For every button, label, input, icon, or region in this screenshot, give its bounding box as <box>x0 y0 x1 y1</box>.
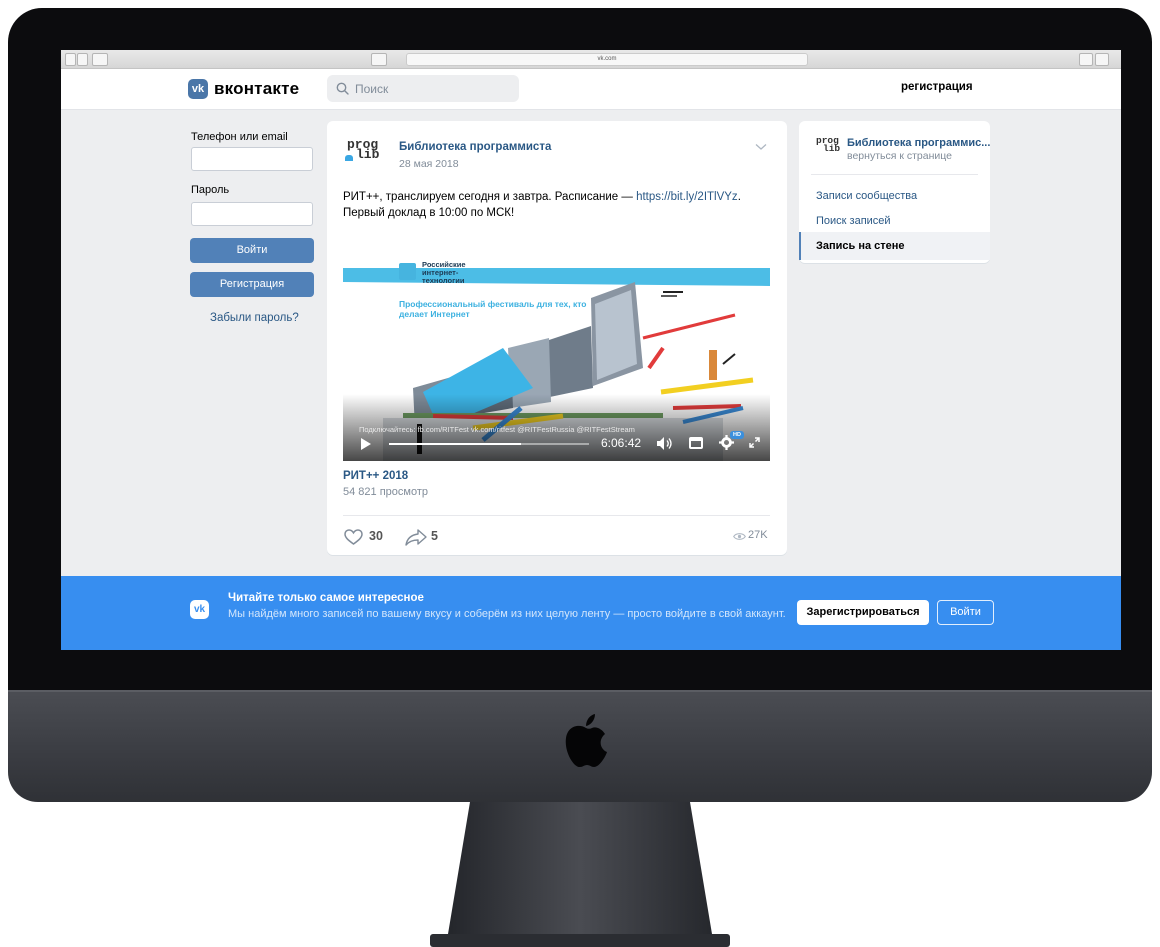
privacy-button[interactable] <box>371 53 387 66</box>
login-button[interactable]: Войти <box>190 238 314 263</box>
chevron-down-icon[interactable] <box>755 143 767 151</box>
share-count[interactable]: 5 <box>431 529 438 543</box>
post-card: prog lib Библиотека программиста 28 мая … <box>327 121 787 555</box>
share-toolbar-button[interactable] <box>1079 53 1093 66</box>
phone-field[interactable] <box>191 147 313 171</box>
post-text-start: РИТ++, транслируем сегодня и завтра. Рас… <box>343 191 637 203</box>
group-logo[interactable]: prog lib <box>816 136 841 154</box>
post-divider <box>343 515 770 516</box>
video-title[interactable]: РИТ++ 2018 <box>343 470 408 482</box>
menu-item-community-posts[interactable]: Записи сообщества <box>799 182 990 210</box>
password-field[interactable] <box>191 202 313 226</box>
festival-tagline: Профессиональный фестиваль для тех, кто … <box>399 299 587 319</box>
post-text: РИТ++, транслируем сегодня и завтра. Рас… <box>343 189 783 221</box>
video-views: 54 821 просмотр <box>343 486 428 498</box>
eye-icon <box>733 533 746 540</box>
vk-logo-icon[interactable]: vk <box>188 79 208 99</box>
group-logo-line-lib: lib <box>823 143 841 154</box>
address-bar[interactable]: vk.com <box>406 53 808 66</box>
video-time: 6:06:42 <box>601 436 642 450</box>
video-player[interactable]: Российские интернет- технологии Професси… <box>343 224 770 461</box>
forgot-password-link[interactable]: Забыли пароль? <box>210 312 299 324</box>
search-icon <box>336 82 349 95</box>
view-count: 27K <box>748 529 768 541</box>
widescreen-icon[interactable] <box>689 437 703 449</box>
community-menu: prog lib Библиотека программис... вернут… <box>799 121 990 263</box>
fullscreen-icon[interactable] <box>749 437 760 448</box>
phone-label: Телефон или email <box>191 131 288 143</box>
menu-item-wall-post[interactable]: Запись на стене <box>799 232 990 260</box>
heart-icon[interactable] <box>344 529 363 545</box>
vk-banner-logo-icon: vk <box>190 600 209 619</box>
connect-caption: Подключайтесь: fb.com/RITFest vk.com/rit… <box>359 425 635 434</box>
register-link[interactable]: регистрация <box>901 81 973 93</box>
tabs-button[interactable] <box>1095 53 1109 66</box>
rit-brand-name: Российские интернет- технологии <box>422 260 466 285</box>
chin-seam <box>8 690 1152 692</box>
back-button[interactable] <box>65 53 76 66</box>
signup-banner: vk Читайте только самое интересное Мы на… <box>61 576 1121 650</box>
apple-logo-icon <box>565 714 607 768</box>
rit-logo-icon <box>399 263 416 280</box>
search-input[interactable] <box>355 75 510 102</box>
monitor-stand <box>430 802 730 947</box>
banner-text: Мы найдём много записей по вашему вкусу … <box>228 608 786 620</box>
sidebar-toggle-button[interactable] <box>92 53 108 66</box>
browser-toolbar: vk.com <box>61 50 1121 69</box>
banner-title: Читайте только самое интересное <box>228 592 424 604</box>
site-header: vk вконтакте регистрация <box>61 69 1121 110</box>
like-count[interactable]: 30 <box>369 529 383 543</box>
banner-register-button[interactable]: Зарегистрироваться <box>797 600 929 625</box>
site-brand[interactable]: вконтакте <box>214 79 299 99</box>
volume-icon[interactable] <box>657 437 673 450</box>
share-icon[interactable] <box>405 529 427 546</box>
play-icon[interactable] <box>360 438 372 450</box>
video-progress-bar[interactable] <box>389 443 589 445</box>
hd-badge: HD <box>730 431 744 439</box>
banner-login-button[interactable]: Войти <box>937 600 994 625</box>
post-date[interactable]: 28 мая 2018 <box>399 158 459 170</box>
group-name[interactable]: Библиотека программис... <box>847 137 990 149</box>
video-progress-fill <box>389 443 521 445</box>
register-button[interactable]: Регистрация <box>190 272 314 297</box>
menu-item-search-posts[interactable]: Поиск записей <box>799 207 990 235</box>
forward-button[interactable] <box>77 53 88 66</box>
post-link[interactable]: https://bit.ly/2ITlVYz <box>636 191 738 203</box>
screen: vk.com vk вконтакте регистрация Телефон … <box>61 50 1121 650</box>
group-back-link[interactable]: вернуться к странице <box>847 150 952 162</box>
post-author[interactable]: Библиотека программиста <box>399 141 551 153</box>
menu-divider <box>811 174 978 175</box>
search-box[interactable] <box>327 75 519 102</box>
logo-cloud-icon <box>345 155 353 161</box>
password-label: Пароль <box>191 184 230 196</box>
